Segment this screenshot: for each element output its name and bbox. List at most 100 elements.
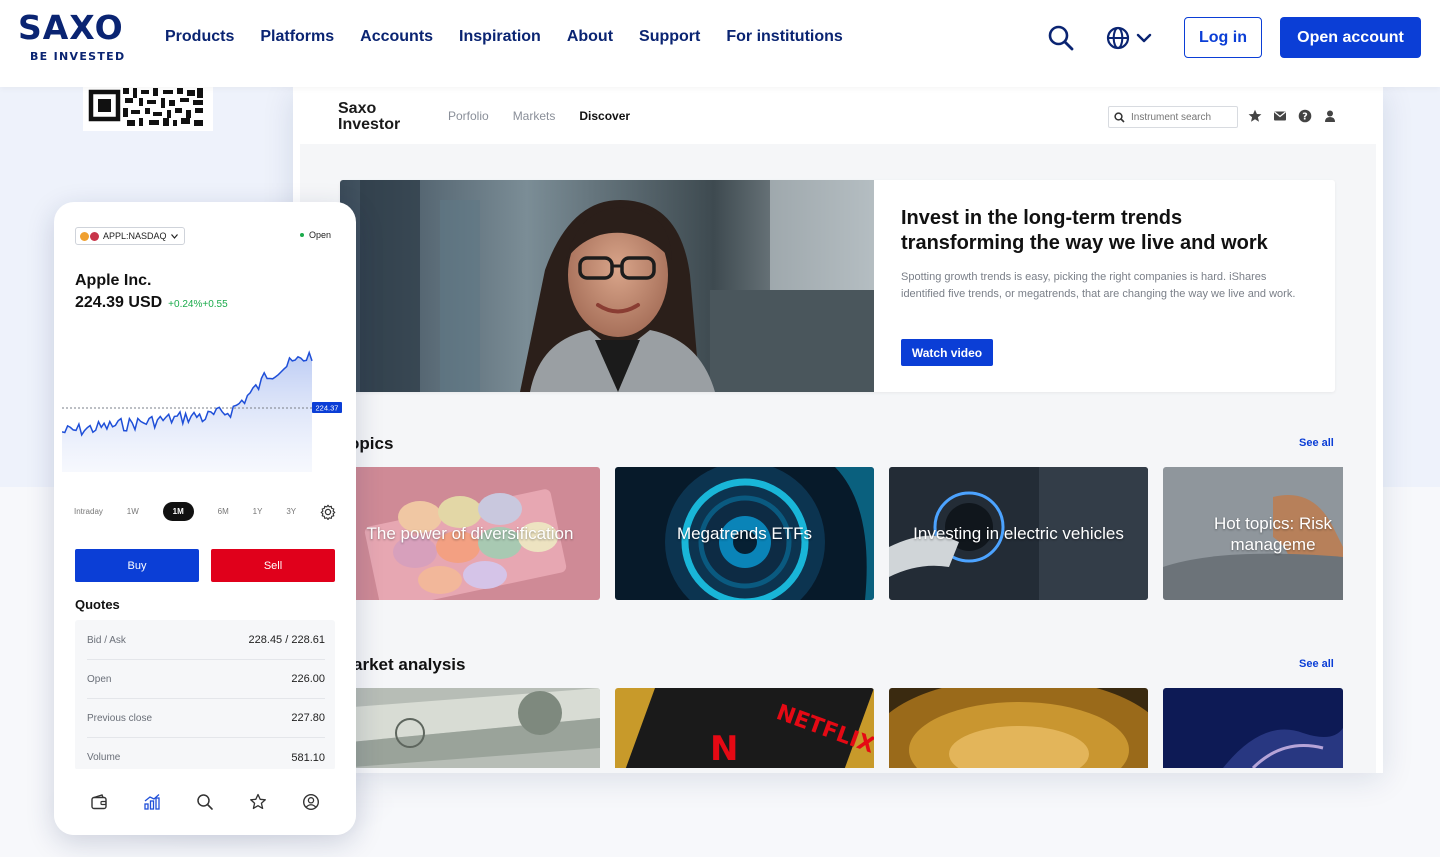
period-1w[interactable]: 1W [127,507,139,516]
discover-page: Invest in the long-term trends transform… [300,144,1376,773]
chart-area-fill [62,352,312,472]
search-icon [1114,111,1125,123]
language-selector[interactable] [1106,25,1152,51]
phone-app-mockup: APPL:NASDAQ Open Apple Inc. 224.39 USD +… [54,202,356,835]
last-price-tag-label: 224.37 [316,404,339,413]
search-icon[interactable] [196,793,214,811]
star-icon[interactable] [249,793,267,811]
user-icon[interactable] [1323,109,1337,123]
analysis-card-gold-coins[interactable] [889,688,1148,768]
phone-bottom-nav [54,769,356,835]
topic-card-risk-management[interactable]: Hot topics: Risk manageme [1163,467,1343,600]
status-dot-icon [300,233,304,237]
nav-link-products[interactable]: Products [165,28,234,46]
open-account-button[interactable]: Open account [1280,17,1421,58]
topic-card-label: Investing in electric vehicles [913,524,1124,543]
site-header: SAXO BE INVESTED Products Platforms Acco… [0,0,1440,87]
help-icon[interactable]: ? [1298,109,1312,123]
topic-card-label: The power of diversification [366,524,574,543]
svg-text:?: ? [1302,112,1308,123]
price-chart[interactable]: 224.37 [62,322,348,472]
hero-card: Invest in the long-term trends transform… [340,180,1335,392]
desktop-toolbar-icons: ? [1248,109,1337,123]
desktop-tabs: Porfolio Markets Discover [448,109,630,123]
period-1y[interactable]: 1Y [253,507,263,516]
instrument-search[interactable] [1108,106,1238,128]
buy-button[interactable]: Buy [75,549,199,582]
market-status: Open [300,230,331,240]
period-3y[interactable]: 3Y [286,507,296,516]
hero-title: Invest in the long-term trends transform… [901,207,1268,254]
quote-value: 581.10 [291,751,325,764]
topic-card-megatrends-etfs[interactable]: Megatrends ETFs [615,467,874,600]
nav-link-platforms[interactable]: Platforms [260,28,334,46]
saxo-logo[interactable]: SAXO BE INVESTED [18,8,128,63]
hero-photo-woman-in-office [340,180,874,392]
tab-portfolio[interactable]: Porfolio [448,109,489,123]
nav-link-about[interactable]: About [567,28,613,46]
gear-icon[interactable] [320,504,336,520]
search-icon[interactable] [1047,24,1075,52]
topic-card-label: Megatrends ETFs [676,524,813,543]
market-analysis-see-all-link[interactable]: See all [1299,658,1334,670]
nav-link-accounts[interactable]: Accounts [360,28,433,46]
desktop-app-mockup: Saxo Investor Porfolio Markets Discover … [293,87,1383,773]
period-selector: Intraday 1W 1M 6M 1Y 3Y [74,502,336,521]
market-analysis-section-title: arket analysis [353,655,466,674]
hero-description: Spotting growth trends is easy, picking … [901,271,1296,300]
watch-video-button[interactable]: Watch video [901,339,993,366]
last-price: 224.39 USD [75,294,163,311]
quote-value: 226.00 [291,673,325,685]
analysis-card-netflix[interactable]: NETFLIX N [615,688,874,768]
quote-row: Bid / Ask 228.45 / 228.61 [87,621,325,660]
analysis-card-abstract[interactable] [1163,688,1343,768]
period-1m[interactable]: 1M [162,502,194,521]
star-icon[interactable] [1248,109,1262,123]
quote-label: Bid / Ask [87,634,126,646]
us-flag-icon [90,231,99,241]
change-percent: +0.24% [168,299,203,310]
profile-icon[interactable] [302,793,320,811]
quote-label: Volume [87,752,121,763]
topic-card-label: Hot topics: Risk manageme [1213,513,1333,554]
instrument-search-input[interactable] [1131,111,1231,123]
topic-card-electric-vehicles[interactable]: Investing in electric vehicles [889,467,1148,600]
quote-row: Open 226.00 [87,660,325,699]
nav-link-inspiration[interactable]: Inspiration [459,28,541,46]
chart-bars-icon[interactable] [143,793,161,811]
mail-icon[interactable] [1273,110,1287,122]
change-absolute: +0.55 [202,299,228,310]
exchange-flag-icon [80,231,89,241]
qr-code [83,86,213,131]
quotes-title: Quotes [75,597,120,612]
sell-button[interactable]: Sell [211,549,335,582]
quote-value: 227.80 [291,712,325,724]
login-button[interactable]: Log in [1184,17,1262,58]
globe-icon [1106,26,1152,50]
quotes-table: Bid / Ask 228.45 / 228.61 Open 226.00 Pr… [75,620,335,770]
instrument-selector[interactable]: APPL:NASDAQ [75,227,185,245]
logo-wordmark: SAXO [18,8,124,47]
ticker-symbol: APPL:NASDAQ [103,231,167,241]
period-6m[interactable]: 6M [218,507,229,516]
wallet-icon[interactable] [90,793,108,811]
nav-link-support[interactable]: Support [639,28,700,46]
analysis-card-dollar-bills[interactable] [340,688,600,768]
quote-label: Open [87,673,112,685]
topic-card-diversification[interactable]: The power of diversification [340,467,600,600]
company-name: Apple Inc. [75,272,152,289]
price-row: 224.39 USD +0.24% +0.55 [75,294,228,312]
quote-value: 228.45 / 228.61 [248,634,325,646]
tab-discover[interactable]: Discover [579,109,630,123]
quote-label: Previous close [87,712,153,724]
logo-tagline: BE INVESTED [30,50,126,63]
desktop-app-toolbar: Saxo Investor Porfolio Markets Discover … [293,87,1383,142]
nav-link-institutions[interactable]: For institutions [726,28,842,46]
tab-markets[interactable]: Markets [513,109,556,123]
main-nav: Products Platforms Accounts Inspiration … [165,28,843,46]
topics-see-all-link[interactable]: See all [1299,437,1334,449]
market-status-label: Open [309,230,332,240]
quote-row: Volume 581.10 [87,738,325,770]
period-intraday[interactable]: Intraday [74,507,103,516]
svg-text:N: N [710,729,738,768]
